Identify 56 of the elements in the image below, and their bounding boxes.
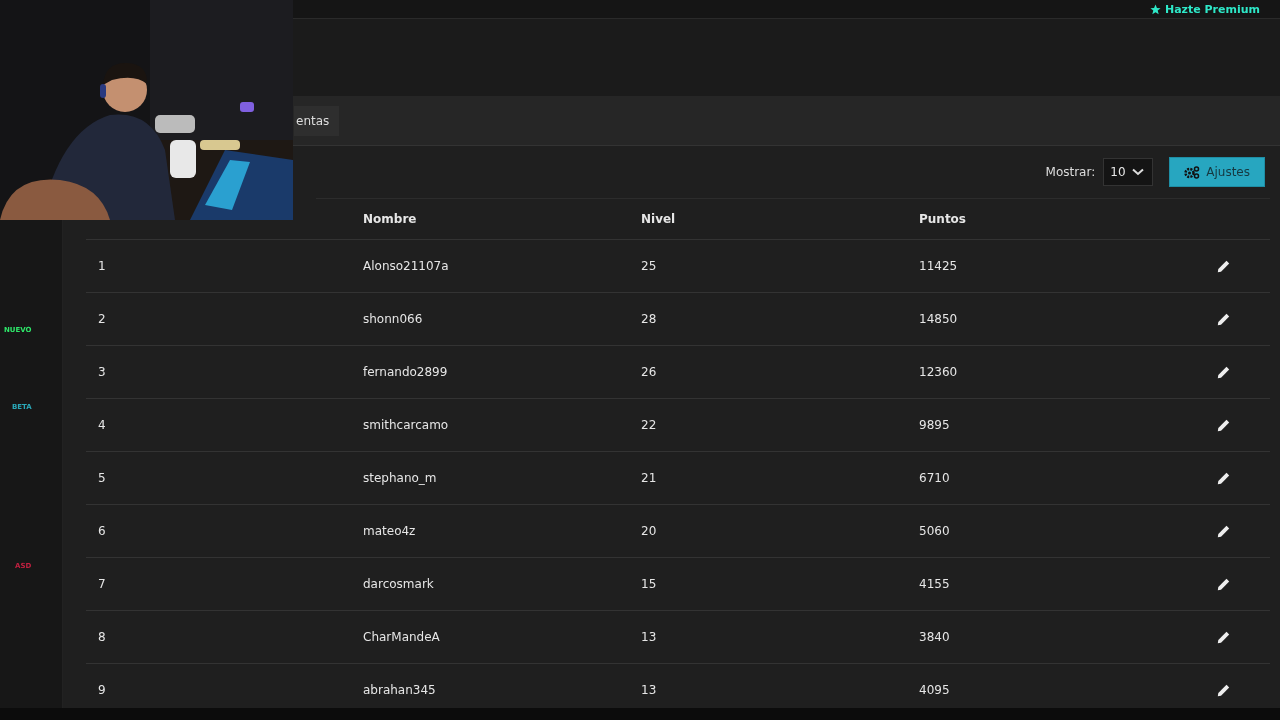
pencil-icon[interactable] bbox=[1217, 259, 1230, 273]
table-cell: 9 bbox=[98, 683, 106, 697]
table-cell: 13 bbox=[641, 630, 657, 644]
settings-button[interactable]: Ajustes bbox=[1169, 157, 1265, 187]
pencil-icon[interactable] bbox=[1217, 471, 1230, 485]
table-cell: mateo4z bbox=[363, 524, 416, 538]
page-size-select[interactable]: 10 bbox=[1103, 158, 1154, 186]
table-cell: 7 bbox=[98, 577, 106, 591]
column-header: Nivel bbox=[641, 212, 677, 226]
table-cell: 9895 bbox=[919, 418, 950, 432]
table-cell: 5 bbox=[98, 471, 106, 485]
table-cell: stephano_m bbox=[363, 471, 437, 485]
pencil-icon[interactable] bbox=[1217, 418, 1230, 432]
table-cell: 6710 bbox=[919, 471, 950, 485]
table-cell: 11425 bbox=[919, 259, 958, 273]
table-cell: 4 bbox=[98, 418, 106, 432]
tab[interactable]: entas bbox=[294, 105, 340, 136]
table-cell: CharMandeA bbox=[363, 630, 440, 644]
premium-link[interactable]: Hazte Premium bbox=[1149, 2, 1260, 16]
chevron-icon bbox=[1132, 168, 1145, 176]
table-cell: 2 bbox=[98, 312, 106, 326]
table-cell: 3840 bbox=[919, 630, 950, 644]
pencil-icon[interactable] bbox=[1217, 577, 1230, 591]
pencil-icon[interactable] bbox=[1217, 524, 1230, 538]
table-cell: 28 bbox=[641, 312, 657, 326]
table-cell: 6 bbox=[98, 524, 106, 538]
show-label: Mostrar: bbox=[1045, 165, 1096, 179]
column-header: Puntos bbox=[919, 212, 967, 226]
table-cell: Alonso21107a bbox=[363, 259, 449, 273]
table-cell: 25 bbox=[641, 259, 657, 273]
table-cell: abrahan345 bbox=[363, 683, 436, 697]
table-cell: shonn066 bbox=[363, 312, 423, 326]
table-cell: 3 bbox=[98, 365, 106, 379]
table-cell: fernando2899 bbox=[363, 365, 448, 379]
table-cell: 26 bbox=[641, 365, 657, 379]
table-cell: 13 bbox=[641, 683, 657, 697]
star-icon bbox=[1149, 3, 1161, 15]
pencil-icon[interactable] bbox=[1217, 630, 1230, 644]
pencil-icon[interactable] bbox=[1217, 312, 1230, 326]
table-cell: 20 bbox=[641, 524, 657, 538]
table-cell: 12360 bbox=[919, 365, 958, 379]
table-cell: 4095 bbox=[919, 683, 950, 697]
table-cell: smithcarcamo bbox=[363, 418, 449, 432]
table-cell: 4155 bbox=[919, 577, 950, 591]
table-cell: 8 bbox=[98, 630, 106, 644]
pencil-icon[interactable] bbox=[1217, 365, 1230, 379]
column-header: Nombre bbox=[363, 212, 418, 226]
gears-icon bbox=[1184, 165, 1201, 179]
table-cell: 5060 bbox=[919, 524, 950, 538]
pencil-icon[interactable] bbox=[1217, 683, 1230, 697]
table-cell: darcosmark bbox=[363, 577, 434, 591]
table-cell: 21 bbox=[641, 471, 657, 485]
table-cell: 14850 bbox=[919, 312, 958, 326]
table-cell: 1 bbox=[98, 259, 106, 273]
table-cell: 22 bbox=[641, 418, 657, 432]
table-cell: 15 bbox=[641, 577, 657, 591]
